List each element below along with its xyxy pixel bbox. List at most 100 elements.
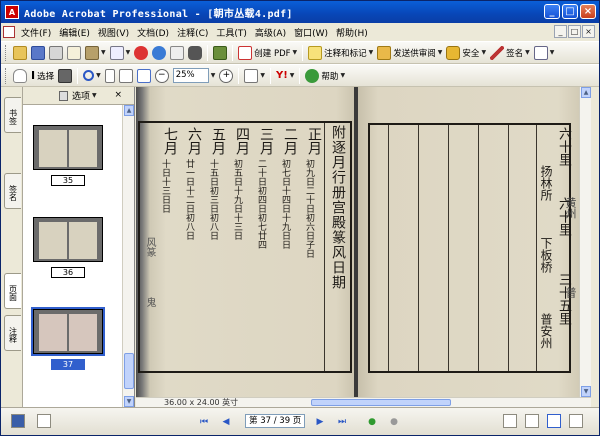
organizer-button[interactable]: ▼ bbox=[83, 44, 108, 62]
thumbnail-scrollbar[interactable]: ▲ ▼ bbox=[122, 105, 134, 407]
zoom-tool-button[interactable]: ▼ bbox=[81, 67, 103, 85]
zoom-out-button[interactable]: − bbox=[153, 67, 171, 85]
zoom-out-icon: − bbox=[154, 68, 169, 83]
single-page-view-icon[interactable] bbox=[503, 414, 517, 428]
first-page-button[interactable]: ⏮ bbox=[197, 415, 211, 428]
horizontal-scroll-thumb[interactable] bbox=[311, 399, 451, 406]
doc-close-button[interactable]: × bbox=[582, 25, 595, 38]
continuous-facing-view-icon[interactable] bbox=[569, 414, 583, 428]
menu-advanced[interactable]: 高级(A) bbox=[251, 26, 290, 39]
tab-comments[interactable]: 注释 bbox=[4, 315, 21, 351]
document-properties-icon[interactable] bbox=[37, 414, 51, 428]
chevron-down-icon: ▼ bbox=[92, 92, 97, 99]
zoom-in-button[interactable]: + bbox=[217, 67, 235, 85]
route-entry: 扬林所 bbox=[539, 165, 553, 201]
menu-view[interactable]: 视图(V) bbox=[94, 26, 133, 39]
document-vertical-scrollbar[interactable]: ▲ ▼ bbox=[579, 87, 591, 397]
continuous-view-icon[interactable] bbox=[525, 414, 539, 428]
secure-button[interactable]: 安全 ▼ bbox=[444, 44, 488, 62]
title-bar[interactable]: A Adobe Acrobat Professional - [朝市丛载4.pd… bbox=[1, 1, 599, 23]
tab-pages[interactable]: 页面 bbox=[4, 273, 21, 309]
month-column: 三月 bbox=[258, 127, 274, 155]
create-pdf-label: 创建 PDF bbox=[254, 48, 291, 59]
last-page-button[interactable]: ⏭ bbox=[335, 415, 349, 428]
print-button[interactable] bbox=[47, 44, 65, 62]
thumb-right-page bbox=[69, 130, 97, 167]
close-button[interactable]: × bbox=[580, 4, 596, 19]
hand-tool-button[interactable] bbox=[11, 67, 29, 85]
monitor-icon[interactable] bbox=[11, 414, 25, 428]
column-rule bbox=[324, 123, 325, 371]
toolbar-separator bbox=[269, 67, 271, 84]
attach-button[interactable]: ▼ bbox=[108, 44, 133, 62]
toolbar-grip[interactable] bbox=[5, 44, 8, 61]
zoom-input[interactable]: 25% bbox=[172, 68, 209, 83]
fit-page-button[interactable] bbox=[117, 67, 135, 85]
fit-width-button[interactable] bbox=[135, 67, 153, 85]
stamp-button[interactable] bbox=[211, 44, 229, 62]
minimize-button[interactable]: _ bbox=[544, 4, 560, 19]
menu-tools[interactable]: 工具(T) bbox=[212, 26, 251, 39]
menu-file[interactable]: 文件(F) bbox=[17, 26, 55, 39]
email-icon bbox=[67, 45, 81, 60]
month-column: 四月 bbox=[234, 127, 250, 155]
email-button[interactable] bbox=[65, 44, 83, 62]
rotate-icon bbox=[244, 68, 259, 83]
search-web-button[interactable] bbox=[150, 44, 168, 62]
doc-minimize-button[interactable]: _ bbox=[554, 25, 567, 38]
go-forward-button[interactable]: ● bbox=[387, 415, 401, 428]
forms-button[interactable]: ▼ bbox=[532, 44, 557, 62]
camera-icon bbox=[58, 68, 73, 83]
scroll-up-arrow[interactable]: ▲ bbox=[124, 105, 134, 116]
panel-close-button[interactable]: × bbox=[114, 90, 122, 100]
open-button[interactable] bbox=[11, 44, 29, 62]
sign-button[interactable]: 签名 ▼ bbox=[488, 44, 532, 62]
tab-signatures[interactable]: 签名 bbox=[4, 173, 21, 209]
toolbar-separator bbox=[302, 44, 304, 61]
snapshot-button[interactable] bbox=[56, 67, 74, 85]
page-thumbnail[interactable] bbox=[33, 125, 103, 170]
create-pdf-button[interactable]: 创建 PDF ▼ bbox=[236, 44, 299, 62]
select-tool-button[interactable]: I 选择 bbox=[29, 67, 56, 85]
menu-window[interactable]: 窗口(W) bbox=[290, 26, 332, 39]
menu-comments[interactable]: 注释(C) bbox=[173, 26, 212, 39]
maximize-button[interactable]: □ bbox=[562, 4, 578, 19]
column-rule bbox=[448, 125, 449, 371]
trash-icon[interactable] bbox=[59, 90, 68, 101]
chevron-down-icon: ▼ bbox=[96, 72, 101, 79]
sign-label: 签名 bbox=[506, 48, 524, 59]
document-horizontal-scrollbar[interactable]: 36.00 x 24.00 英寸 bbox=[136, 397, 591, 407]
zoom-dropdown-icon[interactable]: ▼ bbox=[211, 72, 216, 79]
web-button[interactable] bbox=[132, 44, 150, 62]
document-view[interactable]: 附逐月行册宫殿篆风日期 正月 二月 三月 四月 五月 六月 七月 初九日二十日初… bbox=[136, 87, 579, 397]
doc-restore-button[interactable]: □ bbox=[568, 25, 581, 38]
rotate-button[interactable]: ▼ bbox=[242, 67, 267, 85]
page-number-field[interactable]: 第 37 / 39 页 bbox=[245, 414, 305, 428]
facing-view-icon[interactable] bbox=[547, 414, 561, 428]
page-thumbnail-selected[interactable] bbox=[31, 307, 105, 356]
comment-icon bbox=[308, 45, 323, 60]
options-menu[interactable]: 选项 bbox=[72, 89, 90, 102]
menu-document[interactable]: 文档(D) bbox=[133, 26, 173, 39]
comment-markup-button[interactable]: 注释和标记 ▼ bbox=[306, 44, 375, 62]
go-back-button[interactable]: ● bbox=[365, 415, 379, 428]
toolbar-grip[interactable] bbox=[5, 67, 8, 84]
scroll-down-arrow[interactable]: ▼ bbox=[581, 386, 591, 397]
help-label: 帮助 bbox=[321, 71, 339, 82]
scroll-up-arrow[interactable]: ▲ bbox=[581, 87, 591, 98]
attachments-button[interactable] bbox=[168, 44, 186, 62]
previous-page-button[interactable]: ◀ bbox=[219, 415, 233, 428]
send-review-button[interactable]: 发送供审阅 ▼ bbox=[375, 44, 444, 62]
next-page-button[interactable]: ▶ bbox=[313, 415, 327, 428]
menu-help[interactable]: 帮助(H) bbox=[332, 26, 372, 39]
scroll-down-arrow[interactable]: ▼ bbox=[124, 396, 134, 407]
find-button[interactable] bbox=[186, 44, 204, 62]
tab-bookmarks[interactable]: 书签 bbox=[4, 97, 21, 133]
thumbnail-scroll-thumb[interactable] bbox=[124, 353, 134, 389]
actual-size-button[interactable] bbox=[103, 67, 117, 85]
menu-edit[interactable]: 编辑(E) bbox=[55, 26, 94, 39]
yahoo-search-button[interactable]: Y! ▼ bbox=[274, 67, 296, 85]
page-thumbnail[interactable] bbox=[33, 217, 103, 262]
help-button[interactable]: 帮助 ▼ bbox=[303, 67, 347, 85]
save-button[interactable] bbox=[29, 44, 47, 62]
